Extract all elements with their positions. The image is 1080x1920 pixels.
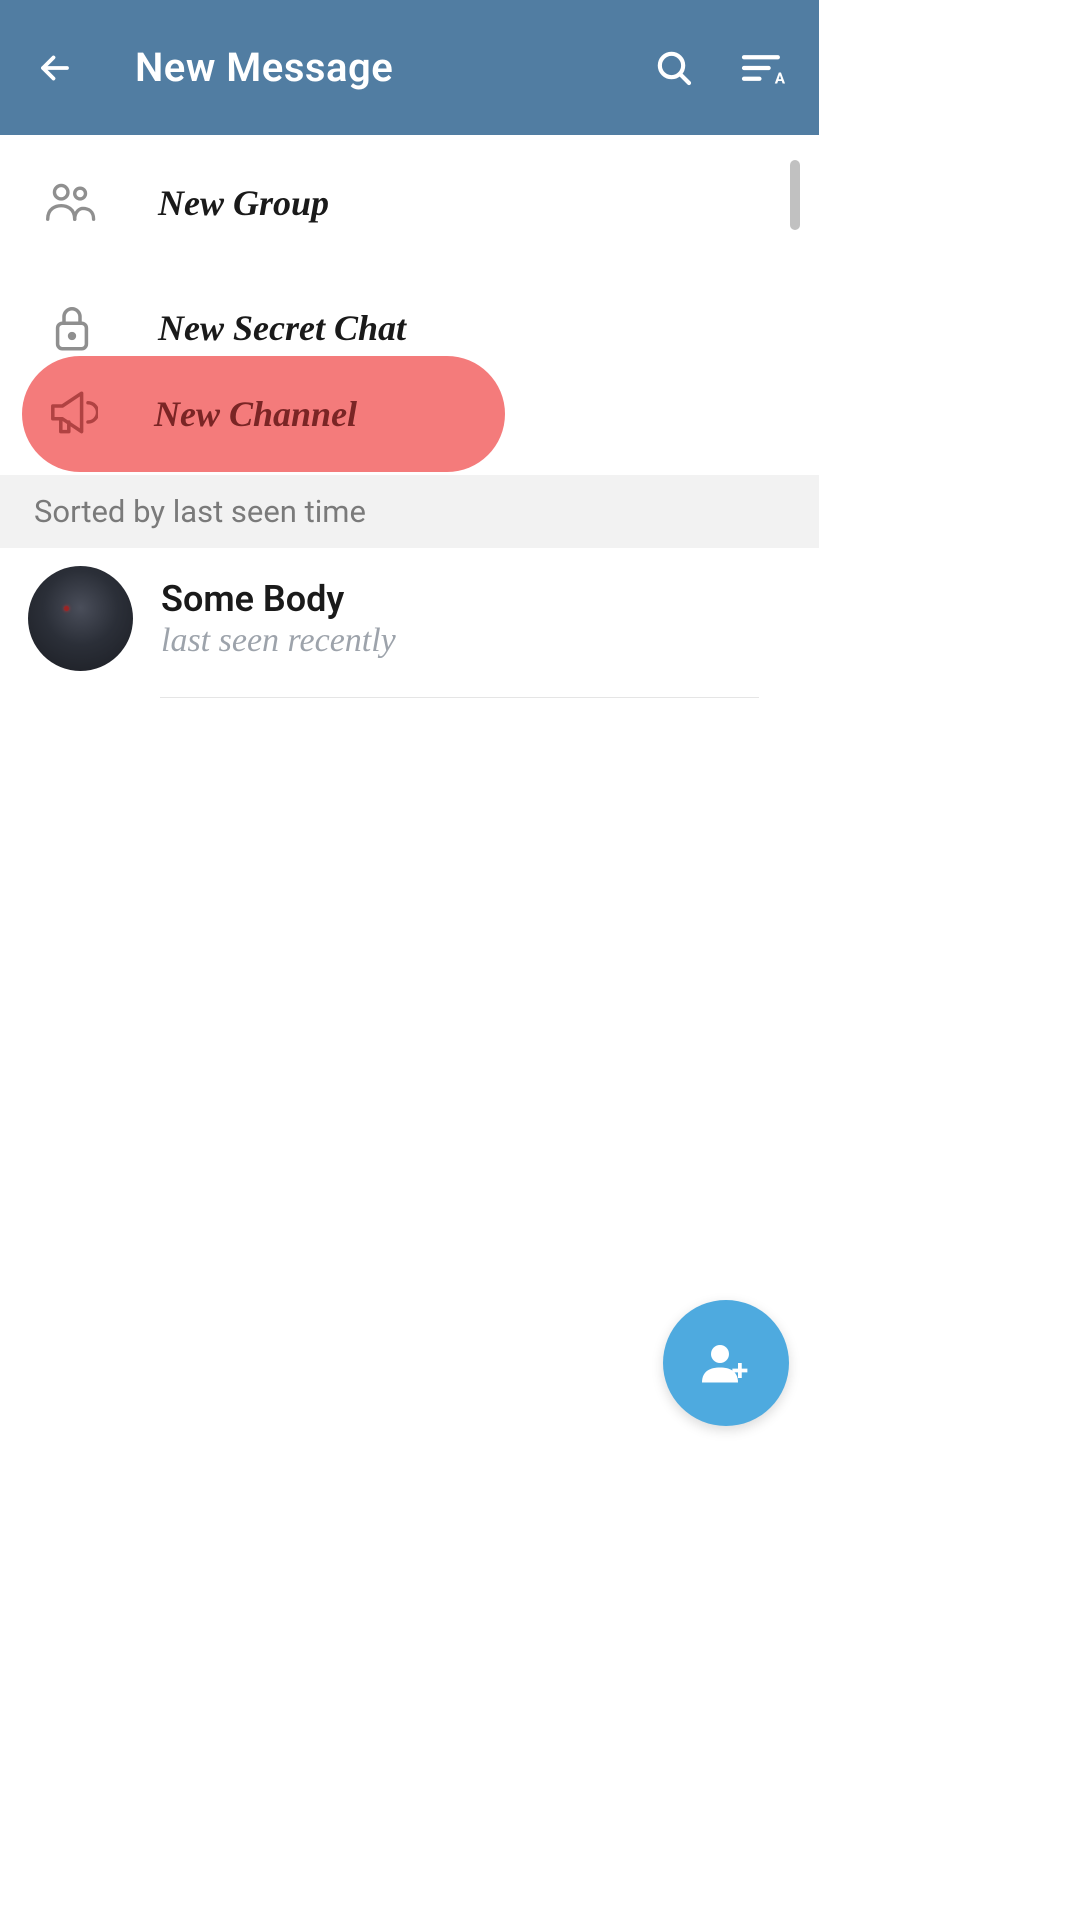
- contact-status: last seen recently: [161, 622, 396, 660]
- sort-section-header: Sorted by last seen time: [0, 475, 819, 548]
- contact-info: Some Body last seen recently: [161, 578, 396, 660]
- page-title: New Message: [135, 44, 649, 91]
- header-actions: A: [649, 43, 789, 93]
- divider: [160, 697, 759, 698]
- new-secret-chat-label: New Secret Chat: [158, 307, 406, 349]
- svg-text:A: A: [775, 69, 786, 87]
- avatar: [28, 566, 133, 671]
- megaphone-icon: [42, 384, 102, 444]
- add-contact-fab[interactable]: [663, 1300, 789, 1426]
- search-icon: [654, 48, 694, 88]
- add-user-icon: [699, 1340, 753, 1386]
- contact-item[interactable]: Some Body last seen recently: [0, 558, 819, 679]
- group-icon: [42, 173, 102, 233]
- new-group-label: New Group: [158, 182, 329, 224]
- arrow-left-icon: [37, 50, 73, 86]
- sort-icon: A: [741, 48, 787, 88]
- new-channel-label: New Channel: [154, 393, 357, 435]
- back-button[interactable]: [30, 43, 80, 93]
- search-button[interactable]: [649, 43, 699, 93]
- options-list: New Group New Secret Chat: [0, 135, 819, 385]
- contact-name: Some Body: [161, 578, 396, 620]
- app-header: New Message A: [0, 0, 819, 135]
- new-group-option[interactable]: New Group: [0, 145, 819, 260]
- new-channel-option[interactable]: New Channel: [22, 356, 505, 472]
- scrollbar[interactable]: [790, 160, 800, 230]
- sort-button[interactable]: A: [739, 43, 789, 93]
- lock-icon: [42, 298, 102, 358]
